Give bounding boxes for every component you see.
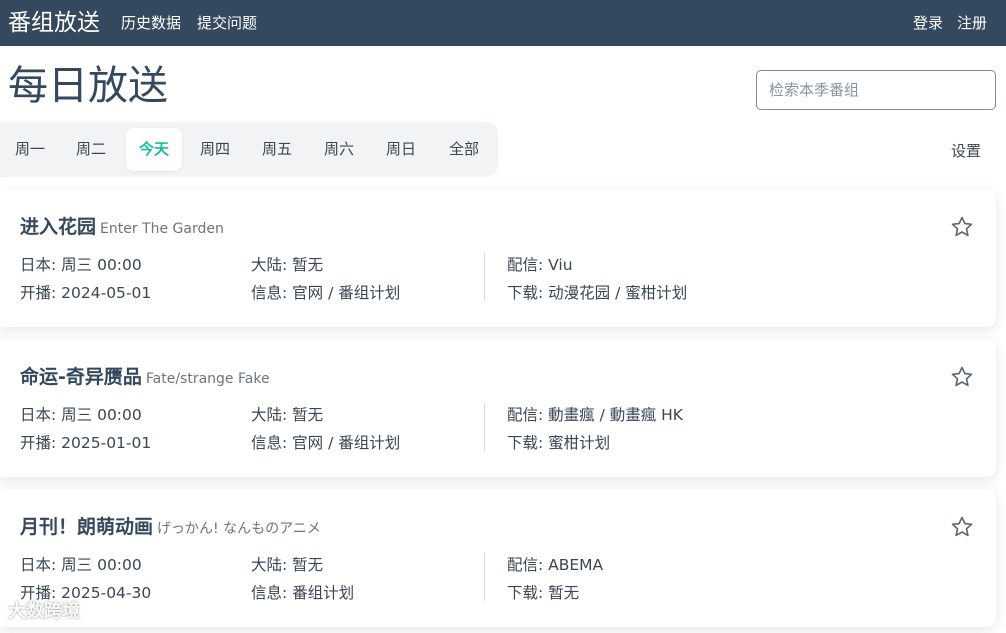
- download-links[interactable]: 下载: 暂无: [507, 583, 579, 603]
- register-link[interactable]: 注册: [957, 13, 987, 33]
- tab-all[interactable]: 全部: [436, 128, 492, 171]
- settings-button[interactable]: 设置: [951, 141, 981, 161]
- premiere-date: 开播: 2024-05-01: [20, 284, 152, 302]
- mainland-airtime: 大陆: 暂无: [251, 556, 324, 574]
- search-input[interactable]: [756, 70, 996, 110]
- page-title: 每日放送: [8, 63, 168, 109]
- anime-subtitle: げっかん! なんものアニメ: [157, 521, 321, 537]
- tab-saturday[interactable]: 周六: [311, 128, 367, 171]
- tab-thursday[interactable]: 周四: [187, 128, 243, 171]
- brand-logo[interactable]: 番组放送: [8, 7, 100, 39]
- japan-airtime: 日本: 周三 00:00: [20, 406, 142, 424]
- mainland-airtime: 大陆: 暂无: [251, 256, 324, 274]
- tab-sunday[interactable]: 周日: [373, 128, 429, 171]
- star-icon[interactable]: [950, 215, 974, 239]
- star-icon[interactable]: [950, 365, 974, 389]
- anime-title[interactable]: 月刊！朗萌动画 げっかん! なんものアニメ: [20, 515, 321, 541]
- anime-title[interactable]: 进入花园 Enter The Garden: [20, 215, 224, 241]
- tab-today[interactable]: 今天: [126, 128, 182, 171]
- login-link[interactable]: 登录: [913, 13, 943, 33]
- watermark-logo: 大数跨境: [8, 601, 80, 622]
- anime-title-text: 命运-奇异赝品: [20, 366, 142, 388]
- anime-subtitle: Enter The Garden: [100, 221, 224, 237]
- streaming-links[interactable]: 配信: ABEMA: [507, 555, 603, 575]
- tab-friday[interactable]: 周五: [249, 128, 305, 171]
- day-tabs: 周一 周二 今天 周四 周五 周六 周日 全部: [0, 122, 498, 177]
- download-links[interactable]: 下载: 动漫花园 / 蜜柑计划: [507, 283, 687, 303]
- anime-card: 月刊！朗萌动画 げっかん! なんものアニメ 日本: 周三 00:00 大陆: 暂无…: [0, 489, 996, 627]
- tab-monday[interactable]: 周一: [2, 128, 58, 171]
- star-icon[interactable]: [950, 515, 974, 539]
- streaming-links[interactable]: 配信: Viu: [507, 255, 573, 275]
- column-divider: [484, 403, 485, 451]
- anime-title-text: 月刊！朗萌动画: [20, 516, 154, 538]
- anime-card: 命运-奇异赝品 Fate/strange Fake 日本: 周三 00:00 大陆…: [0, 339, 996, 477]
- premiere-date: 开播: 2025-01-01: [20, 434, 152, 452]
- info-links[interactable]: 信息: 官网 / 番组计划: [251, 283, 400, 303]
- tab-tuesday[interactable]: 周二: [63, 128, 119, 171]
- japan-airtime: 日本: 周三 00:00: [20, 256, 142, 274]
- anime-title[interactable]: 命运-奇异赝品 Fate/strange Fake: [20, 365, 270, 391]
- info-links[interactable]: 信息: 番组计划: [251, 583, 354, 603]
- download-links[interactable]: 下载: 蜜柑计划: [507, 433, 610, 453]
- info-links[interactable]: 信息: 官网 / 番组计划: [251, 433, 400, 453]
- anime-title-text: 进入花园: [20, 216, 97, 238]
- nav-submit-issue[interactable]: 提交问题: [197, 13, 257, 33]
- streaming-links[interactable]: 配信: 動畫瘋 / 動畫瘋 HK: [507, 405, 683, 425]
- top-navbar: 番组放送 历史数据 提交问题 登录 注册: [0, 0, 1006, 46]
- japan-airtime: 日本: 周三 00:00: [20, 556, 142, 574]
- anime-subtitle: Fate/strange Fake: [145, 371, 270, 387]
- column-divider: [484, 553, 485, 601]
- anime-card: 进入花园 Enter The Garden 日本: 周三 00:00 大陆: 暂无…: [0, 189, 996, 327]
- nav-history[interactable]: 历史数据: [121, 13, 181, 33]
- column-divider: [484, 253, 485, 301]
- mainland-airtime: 大陆: 暂无: [251, 406, 324, 424]
